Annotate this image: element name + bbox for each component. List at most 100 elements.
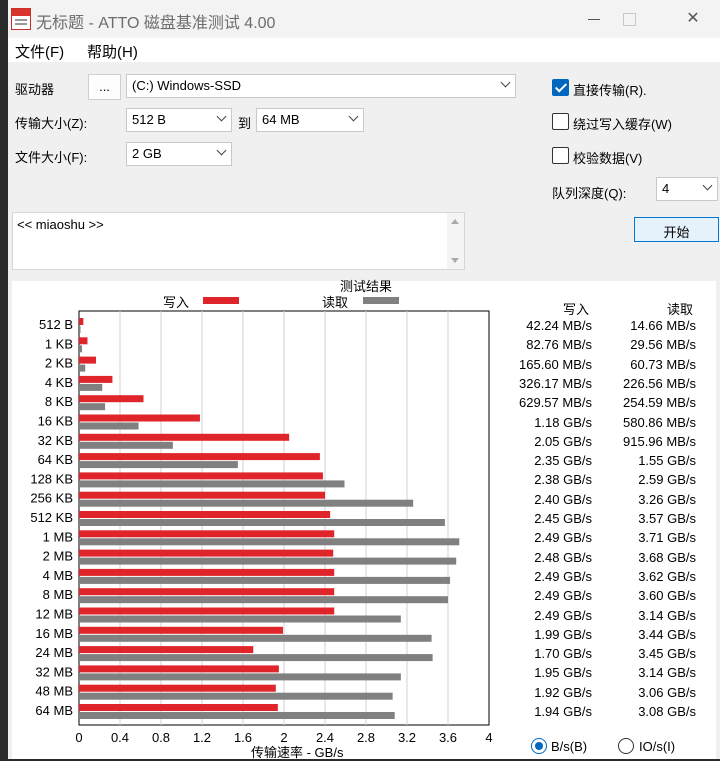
read-value: 2.59 GB/s	[638, 472, 696, 488]
queue-depth-select[interactable]: 4	[656, 177, 718, 201]
write-bar	[79, 626, 283, 634]
browse-button[interactable]: ...	[88, 74, 121, 100]
y-tick-label: 2 MB	[43, 549, 73, 564]
read-bar	[79, 673, 401, 681]
results-panel: 0 0.4 0.8 1.2 1.6 2 2.4 2.8 3.2 3.6 4 512 B1 KB 2 KB…	[12, 279, 716, 760]
y-tick-label: 8 KB	[45, 394, 73, 409]
transfer-to-select[interactable]: 64 MB	[256, 108, 364, 132]
chevron-down-icon	[500, 77, 511, 88]
read-value: 3.71 GB/s	[638, 530, 696, 546]
write-bar	[79, 568, 335, 576]
start-button[interactable]: 开始	[634, 217, 719, 242]
write-value: 1.94 GB/s	[534, 704, 592, 719]
transfer-to-label: 到	[238, 116, 252, 131]
maximize-button[interactable]	[606, 0, 652, 38]
x-tick-label: 1.2	[193, 730, 211, 745]
read-value: 254.59 MB/s	[623, 395, 696, 411]
description-scrollbar[interactable]	[447, 213, 464, 269]
transfer-to-value: 64 MB	[262, 112, 300, 127]
x-axis-label: 传输速率 - GB/s	[251, 745, 344, 760]
read-bar	[79, 345, 83, 353]
scroll-up-icon[interactable]	[451, 219, 459, 224]
transfer-size-label: 传输大小(Z):	[15, 116, 88, 131]
scroll-down-icon[interactable]	[451, 258, 459, 263]
write-bar	[79, 646, 254, 654]
read-bar	[79, 480, 345, 488]
close-button[interactable]: ✕	[670, 0, 716, 38]
read-bar	[79, 441, 173, 449]
write-bar	[79, 375, 113, 383]
title-bar[interactable]: 无标题 - ATTO 磁盘基准测试 4.00 ✕	[8, 0, 720, 38]
read-bar	[79, 596, 448, 604]
drive-select[interactable]: (C:) Windows-SSD	[126, 74, 516, 98]
write-value: 82.76 MB/s	[526, 337, 592, 353]
description-textarea[interactable]: << miaoshu >>	[12, 212, 465, 270]
menu-file[interactable]: 文件(F)	[15, 41, 64, 62]
write-bar	[79, 588, 335, 596]
y-tick-label: 16 MB	[35, 626, 73, 641]
direct-io-checkbox[interactable]	[552, 79, 569, 96]
read-value: 3.14 GB/s	[638, 665, 696, 681]
x-tick-label: 2.8	[357, 730, 375, 745]
read-bar	[79, 422, 139, 430]
write-value: 2.35 GB/s	[534, 453, 592, 469]
x-tick-label: 0	[75, 730, 82, 745]
x-tick-label: 3.2	[398, 730, 416, 745]
unit-bytes-radio[interactable]	[531, 738, 547, 754]
read-bar	[79, 326, 81, 333]
read-value: 14.66 MB/s	[630, 318, 696, 333]
bypass-cache-checkbox[interactable]	[552, 113, 569, 130]
read-bar	[79, 712, 395, 719]
read-bar	[79, 403, 106, 411]
verify-data-checkbox[interactable]	[552, 147, 569, 164]
write-value: 165.60 MB/s	[519, 356, 592, 372]
x-tick-label: 0.8	[152, 730, 170, 745]
y-tick-label: 64 KB	[38, 452, 73, 467]
write-value: 1.99 GB/s	[534, 626, 592, 642]
read-bar	[79, 692, 393, 700]
write-bar	[79, 530, 335, 538]
chevron-down-icon	[702, 180, 713, 191]
drive-label: 驱动器	[15, 82, 55, 97]
read-bar	[79, 499, 414, 507]
write-bar	[79, 704, 278, 711]
write-value: 1.95 GB/s	[534, 665, 592, 681]
y-tick-label: 32 KB	[38, 433, 73, 448]
x-tick-label: 1.6	[234, 730, 252, 745]
write-value: 1.92 GB/s	[534, 684, 592, 700]
write-bar	[79, 453, 320, 461]
y-tick-label: 1 KB	[45, 336, 73, 351]
write-value: 2.49 GB/s	[534, 588, 592, 604]
y-tick-label: 512 B	[39, 317, 73, 332]
read-value: 3.68 GB/s	[638, 549, 696, 565]
write-bar	[79, 356, 96, 364]
unit-ios-radio[interactable]	[618, 738, 634, 754]
chevron-down-icon	[216, 111, 227, 122]
y-tick-label: 512 KB	[30, 510, 73, 525]
write-value: 2.49 GB/s	[534, 568, 592, 584]
read-value: 29.56 MB/s	[630, 337, 696, 353]
read-value: 3.45 GB/s	[638, 646, 696, 662]
transfer-from-select[interactable]: 512 B	[126, 108, 232, 132]
y-tick-label: 2 KB	[45, 356, 73, 371]
y-tick-label: 1 MB	[43, 529, 73, 544]
x-tick-label: 4	[485, 730, 492, 745]
y-tick-label: 4 MB	[43, 568, 73, 583]
write-bar	[79, 491, 325, 499]
file-size-label: 文件大小(F):	[15, 150, 88, 165]
read-column-header: 读取	[667, 302, 694, 317]
read-bar	[79, 364, 86, 372]
read-value: 3.62 GB/s	[638, 568, 696, 584]
legend-read-swatch	[363, 297, 399, 304]
legend-write-swatch	[203, 297, 239, 304]
unit-ios-label: IO/s(I)	[639, 739, 676, 754]
read-value: 60.73 MB/s	[630, 356, 696, 372]
read-value: 3.06 GB/s	[638, 684, 696, 700]
menu-help[interactable]: 帮助(H)	[87, 41, 138, 62]
verify-data-label: 校验数据(V)	[573, 151, 643, 166]
file-size-select[interactable]: 2 GB	[126, 142, 232, 166]
read-bar	[79, 557, 457, 565]
read-value: 3.44 GB/s	[638, 626, 696, 642]
write-bar	[79, 414, 200, 422]
file-size-value: 2 GB	[132, 146, 162, 161]
